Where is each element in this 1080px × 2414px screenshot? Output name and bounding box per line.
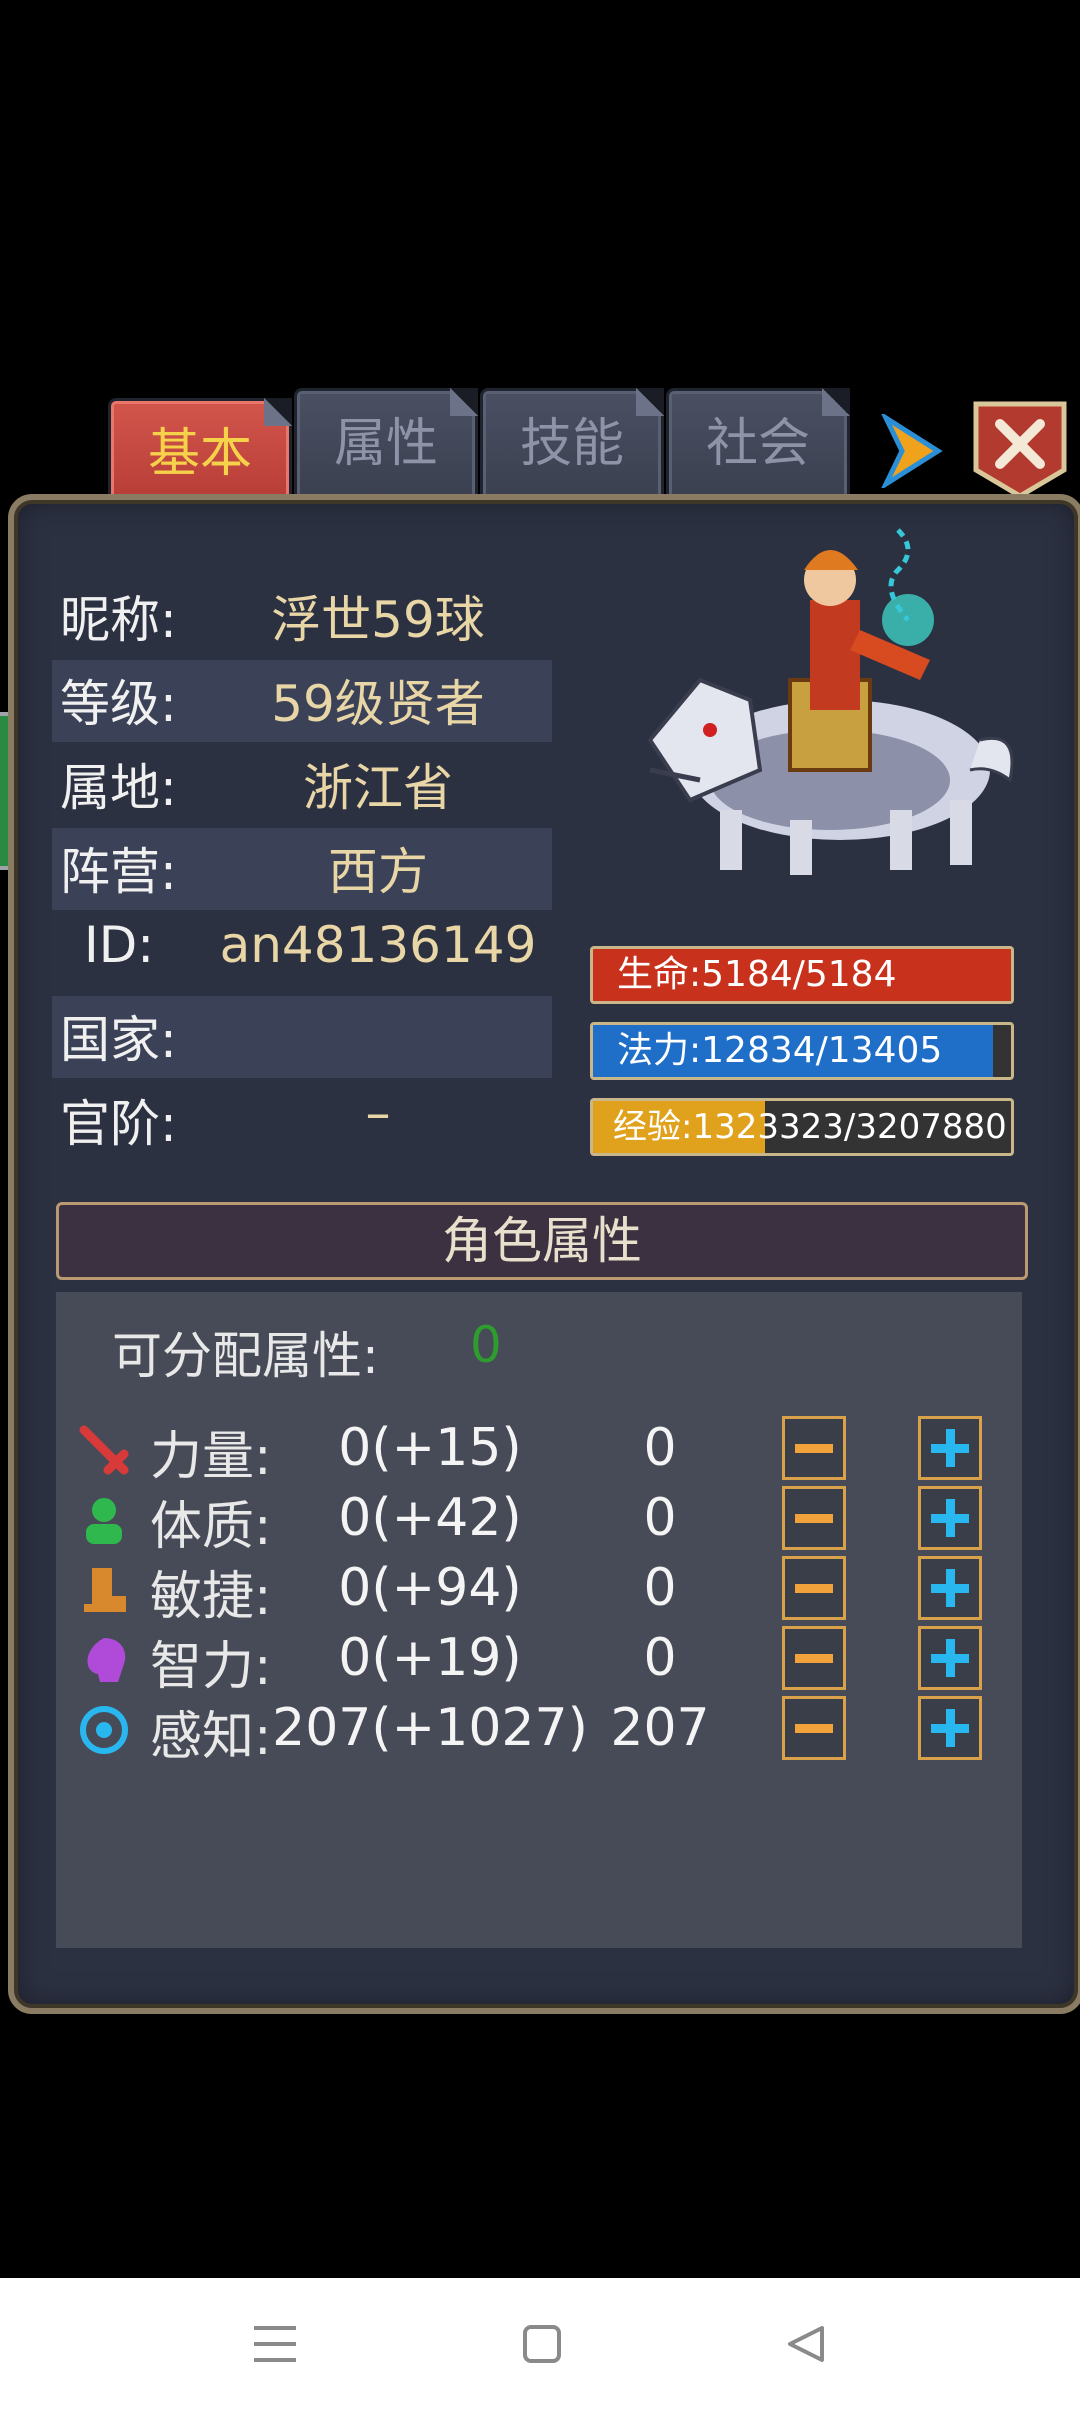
rank-value: – (365, 1084, 391, 1142)
back-icon[interactable] (784, 2322, 828, 2366)
attribute-value: 0(+94) (338, 1558, 522, 1618)
system-nav-bar (0, 2278, 1080, 2414)
free-points-value: 0 (470, 1316, 502, 1374)
decrease-button[interactable] (782, 1486, 846, 1550)
level-label: 等级: (60, 675, 177, 733)
tab-skills[interactable]: 技能 (480, 388, 664, 506)
region-label: 属地: (60, 759, 177, 817)
level-value: 59级贤者 (271, 675, 485, 733)
free-points-label: 可分配属性: (112, 1327, 379, 1385)
attribute-points: 0 (643, 1418, 677, 1478)
rank-label: 官阶: (60, 1095, 177, 1153)
increase-button[interactable] (918, 1626, 982, 1690)
camp-value: 西方 (328, 843, 428, 901)
increase-button[interactable] (918, 1696, 982, 1760)
nickname-label: 昵称: (60, 591, 177, 649)
attribute-points: 0 (643, 1628, 677, 1688)
exp-bar: 经验:1323323/3207880 (590, 1098, 1014, 1156)
tab-attributes[interactable]: 属性 (294, 388, 478, 506)
hp-bar: 生命:5184/5184 (590, 946, 1014, 1004)
decrease-button[interactable] (782, 1626, 846, 1690)
attribute-points: 207 (610, 1698, 710, 1758)
country-label: 国家: (60, 1011, 177, 1069)
menu-icon[interactable] (250, 2322, 300, 2366)
attribute-value: 207(+1027) (272, 1698, 588, 1758)
hp-bar-text: 生命:5184/5184 (617, 954, 897, 995)
camp-label: 阵营: (60, 843, 177, 901)
close-button[interactable] (972, 400, 1068, 500)
id-value: an48136149 (219, 916, 537, 974)
home-icon[interactable] (520, 2322, 564, 2366)
id-label: ID: (84, 916, 155, 974)
region-value: 浙江省 (303, 759, 453, 817)
mp-bar-text: 法力:12834/13405 (617, 1030, 943, 1071)
attribute-value: 0(+42) (338, 1488, 522, 1548)
target-icon (80, 1706, 128, 1754)
decrease-button[interactable] (782, 1416, 846, 1480)
attribute-points: 0 (643, 1488, 677, 1548)
mp-bar: 法力:12834/13405 (590, 1022, 1014, 1080)
attribute-value: 0(+19) (338, 1628, 522, 1688)
attribute-points: 0 (643, 1558, 677, 1618)
increase-button[interactable] (918, 1416, 982, 1480)
attribute-value: 0(+15) (338, 1418, 522, 1478)
attributes-header: 角色属性 (56, 1202, 1028, 1280)
tab-social[interactable]: 社会 (666, 388, 850, 506)
exp-bar-text: 经验:1323323/3207880 (613, 1107, 1007, 1147)
attributes-header-title: 角色属性 (442, 1212, 642, 1270)
person-icon (86, 1498, 122, 1544)
tab-social-label: 社会 (705, 414, 810, 474)
next-arrow-icon[interactable] (880, 414, 944, 488)
tab-basic-label: 基本 (147, 424, 252, 484)
decrease-button[interactable] (782, 1556, 846, 1620)
increase-button[interactable] (918, 1556, 982, 1620)
tab-skills-label: 技能 (519, 414, 624, 474)
increase-button[interactable] (918, 1486, 982, 1550)
character-sprite (647, 528, 1014, 875)
sword-icon (79, 1425, 129, 1475)
boot-icon (84, 1568, 126, 1612)
decrease-button[interactable] (782, 1696, 846, 1760)
nickname-value: 浮世59球 (271, 591, 485, 649)
tab-attributes-label: 属性 (333, 414, 438, 474)
head-icon (87, 1638, 126, 1682)
